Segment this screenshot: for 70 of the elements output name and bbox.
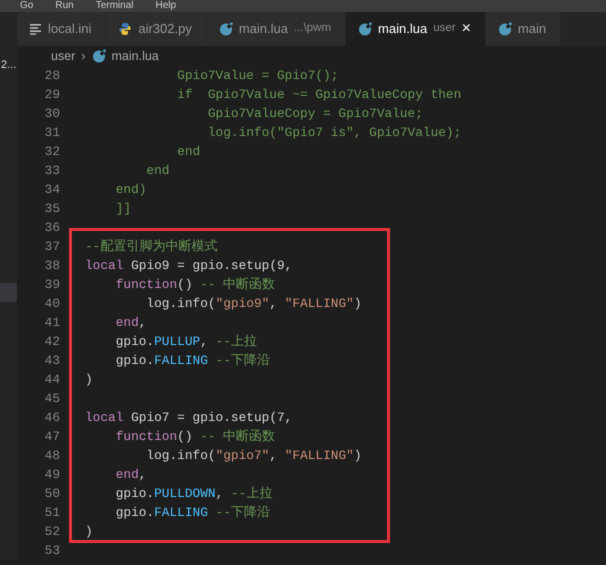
code-line: gpio.FALLING --下降沿 — [114, 504, 270, 522]
code-line: ]] — [114, 200, 132, 218]
line-number: 41 — [44, 314, 60, 332]
code-line: function() -- 中断函数 — [114, 428, 276, 446]
breadcrumb-item[interactable]: user — [51, 46, 76, 66]
line-number: 49 — [44, 466, 60, 484]
line-number: 30 — [44, 105, 60, 123]
menu-item[interactable]: Run — [55, 0, 74, 12]
lua-file-icon — [358, 22, 372, 36]
editor-tab[interactable]: main.lua user × — [346, 12, 486, 46]
line-number: 50 — [44, 485, 60, 503]
breadcrumb-item[interactable]: main.lua — [112, 46, 159, 66]
line-number: 40 — [44, 295, 60, 313]
line-number: 43 — [44, 352, 60, 370]
code-line: log.info("gpio9", "FALLING") — [145, 295, 362, 313]
code-line: end — [176, 143, 200, 161]
line-number: 51 — [44, 504, 60, 522]
close-button[interactable]: × — [462, 21, 471, 37]
line-number: 48 — [44, 447, 60, 465]
lua-file-icon — [498, 22, 512, 36]
sidebar-label: 2... — [1, 58, 16, 73]
lua-file-icon — [218, 22, 233, 36]
code-line: gpio.FALLING --下降沿 — [114, 352, 270, 370]
code-line: end — [145, 162, 170, 180]
code-line: end) — [114, 181, 146, 199]
line-number: 32 — [44, 143, 60, 161]
line-number: 46 — [44, 409, 60, 427]
code-line: if Gpio7Value ~= Gpio7ValueCopy then — [176, 86, 462, 104]
line-number: 34 — [44, 181, 60, 199]
code-line: ) — [84, 371, 93, 389]
line-number: 37 — [44, 238, 60, 256]
line-number: 42 — [44, 333, 60, 351]
editor-tab[interactable]: main.lua ...\pwm — [206, 12, 346, 46]
line-number: 52 — [44, 523, 60, 541]
code-line: local Gpio9 = gpio.setup(9, — [84, 257, 292, 275]
line-number: 36 — [44, 219, 60, 237]
line-number: 29 — [44, 86, 60, 104]
code-line: gpio.PULLUP, --上拉 — [114, 333, 257, 351]
code-line: Gpio7ValueCopy = Gpio7Value; — [206, 105, 423, 123]
line-number: 38 — [44, 257, 60, 275]
code-line: gpio.PULLDOWN, --上拉 — [114, 485, 272, 503]
menu-item[interactable]: Help — [156, 0, 176, 12]
python-file-icon — [118, 22, 132, 36]
code-line: log.info("gpio7", "FALLING") — [145, 447, 362, 465]
line-number: 35 — [44, 200, 60, 218]
chevron-icon: › — [81, 46, 86, 66]
code-line: Gpio7Value = Gpio7(); — [176, 67, 338, 85]
text-file-icon — [29, 23, 42, 35]
code-line: end, — [114, 466, 146, 484]
code-line: local Gpio7 = gpio.setup(7, — [84, 409, 292, 427]
editor-tab[interactable]: main — [486, 12, 562, 46]
code-line: --配置引脚为中断模式 — [84, 238, 218, 256]
menu-item[interactable]: Go — [20, 0, 34, 12]
line-number: 44 — [44, 371, 60, 389]
line-number: 39 — [44, 276, 60, 294]
code-line: ) — [84, 523, 93, 541]
code-line: function() -- 中断函数 — [114, 276, 276, 294]
code-line: log.info("Gpio7 is", Gpio7Value); — [206, 124, 462, 142]
lua-file-icon — [92, 49, 106, 63]
line-number: 45 — [44, 390, 60, 408]
editor-tab[interactable]: air302.py — [106, 12, 207, 46]
editor-tab[interactable]: local.ini — [17, 12, 106, 46]
sidebar-row-highlight — [0, 283, 17, 302]
line-number: 28 — [44, 67, 60, 85]
line-number: 53 — [44, 542, 60, 560]
line-number: 47 — [44, 428, 60, 446]
menu-item[interactable]: Terminal — [96, 0, 134, 12]
line-number: 31 — [44, 124, 60, 142]
line-number: 33 — [44, 162, 60, 180]
code-line: end, — [114, 314, 146, 332]
